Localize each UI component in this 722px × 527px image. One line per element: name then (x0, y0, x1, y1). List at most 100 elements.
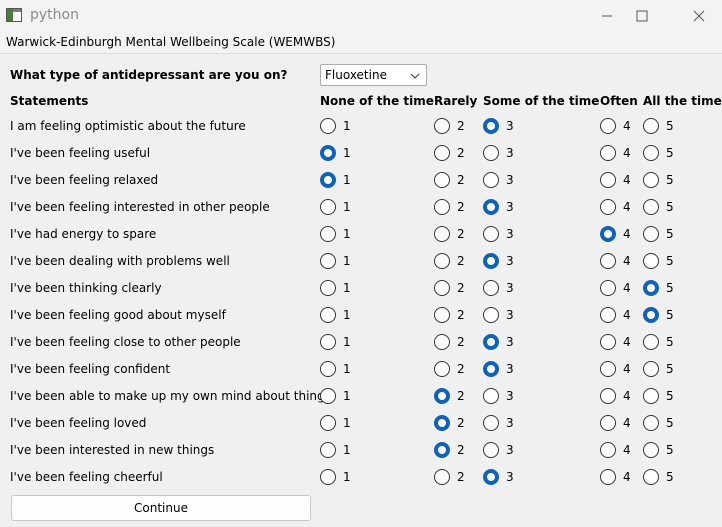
radio-button[interactable] (434, 334, 450, 350)
radio-button[interactable] (643, 145, 659, 161)
statement-text: I've had energy to spare (10, 227, 157, 241)
radio-button[interactable] (600, 334, 616, 350)
radio-button[interactable] (600, 172, 616, 188)
radio-button[interactable] (600, 280, 616, 296)
radio-label: 5 (666, 200, 674, 214)
radio-button[interactable] (600, 199, 616, 215)
radio-label: 5 (666, 416, 674, 430)
radio-label: 3 (506, 308, 514, 322)
radio-button[interactable] (600, 361, 616, 377)
radio-button[interactable] (643, 361, 659, 377)
statement-row: I've been feeling confident 1 2 3 4 5 (0, 356, 722, 383)
radio-button[interactable] (643, 415, 659, 431)
statement-row: I've been feeling close to other people 1… (0, 329, 722, 356)
radio-button[interactable] (600, 415, 616, 431)
radio-button[interactable] (434, 253, 450, 269)
radio-button[interactable] (320, 442, 336, 458)
radio-button[interactable] (434, 226, 450, 242)
radio-button[interactable] (434, 199, 450, 215)
radio-button[interactable] (643, 442, 659, 458)
radio-button[interactable] (434, 172, 450, 188)
radio-button[interactable] (320, 280, 336, 296)
continue-button[interactable]: Continue (11, 495, 311, 521)
radio-button[interactable] (483, 415, 499, 431)
antidepressant-dropdown[interactable]: Fluoxetine (320, 64, 427, 86)
radio-button[interactable] (643, 199, 659, 215)
radio-button[interactable] (320, 118, 336, 134)
radio-button[interactable] (483, 253, 499, 269)
statement-text: I've been dealing with problems well (10, 254, 230, 268)
radio-button[interactable] (600, 469, 616, 485)
radio-label: 1 (343, 389, 351, 403)
radio-button[interactable] (320, 307, 336, 323)
radio-button[interactable] (483, 199, 499, 215)
radio-button[interactable] (483, 172, 499, 188)
radio-button[interactable] (434, 118, 450, 134)
radio-button[interactable] (600, 253, 616, 269)
radio-label: 1 (343, 200, 351, 214)
radio-button[interactable] (320, 226, 336, 242)
radio-label: 3 (506, 173, 514, 187)
radio-button[interactable] (434, 145, 450, 161)
radio-label: 1 (343, 335, 351, 349)
radio-button[interactable] (320, 172, 336, 188)
radio-button[interactable] (643, 307, 659, 323)
radio-button[interactable] (483, 280, 499, 296)
radio-button[interactable] (600, 226, 616, 242)
radio-button[interactable] (434, 415, 450, 431)
radio-button[interactable] (483, 361, 499, 377)
radio-button[interactable] (434, 280, 450, 296)
radio-button[interactable] (434, 388, 450, 404)
radio-button[interactable] (643, 226, 659, 242)
radio-label: 3 (506, 200, 514, 214)
radio-button[interactable] (600, 145, 616, 161)
maximize-icon (636, 10, 648, 22)
radio-button[interactable] (434, 442, 450, 458)
title-bar: python (0, 0, 722, 32)
radio-button[interactable] (320, 469, 336, 485)
radio-button[interactable] (643, 172, 659, 188)
radio-label: 4 (623, 443, 631, 457)
radio-button[interactable] (643, 334, 659, 350)
radio-button[interactable] (643, 388, 659, 404)
radio-button[interactable] (643, 469, 659, 485)
radio-button[interactable] (643, 118, 659, 134)
radio-button[interactable] (434, 469, 450, 485)
radio-button[interactable] (643, 280, 659, 296)
radio-button[interactable] (600, 388, 616, 404)
radio-button[interactable] (434, 307, 450, 323)
radio-label: 2 (457, 362, 465, 376)
statement-row: I've been able to make up my own mind ab… (0, 383, 722, 410)
radio-label: 2 (457, 389, 465, 403)
radio-button[interactable] (483, 469, 499, 485)
radio-button[interactable] (434, 361, 450, 377)
radio-button[interactable] (483, 442, 499, 458)
radio-button[interactable] (320, 334, 336, 350)
radio-label: 2 (457, 200, 465, 214)
radio-button[interactable] (320, 145, 336, 161)
statement-text: I've been feeling good about myself (10, 308, 226, 322)
radio-button[interactable] (320, 253, 336, 269)
radio-button[interactable] (600, 442, 616, 458)
radio-label: 3 (506, 119, 514, 133)
radio-button[interactable] (483, 334, 499, 350)
radio-button[interactable] (320, 415, 336, 431)
window-title: python (30, 7, 79, 23)
header-all-the-time: All the time (643, 94, 722, 108)
close-button[interactable] (676, 0, 722, 32)
radio-button[interactable] (600, 118, 616, 134)
radio-button[interactable] (483, 226, 499, 242)
radio-button[interactable] (483, 388, 499, 404)
radio-button[interactable] (483, 145, 499, 161)
radio-button[interactable] (600, 307, 616, 323)
radio-button[interactable] (643, 253, 659, 269)
radio-button[interactable] (320, 199, 336, 215)
maximize-button[interactable] (619, 0, 665, 32)
radio-button[interactable] (320, 388, 336, 404)
radio-button[interactable] (483, 307, 499, 323)
radio-label: 1 (343, 281, 351, 295)
radio-label: 5 (666, 389, 674, 403)
radio-button[interactable] (320, 361, 336, 377)
radio-button[interactable] (483, 118, 499, 134)
minimize-icon (602, 15, 612, 17)
